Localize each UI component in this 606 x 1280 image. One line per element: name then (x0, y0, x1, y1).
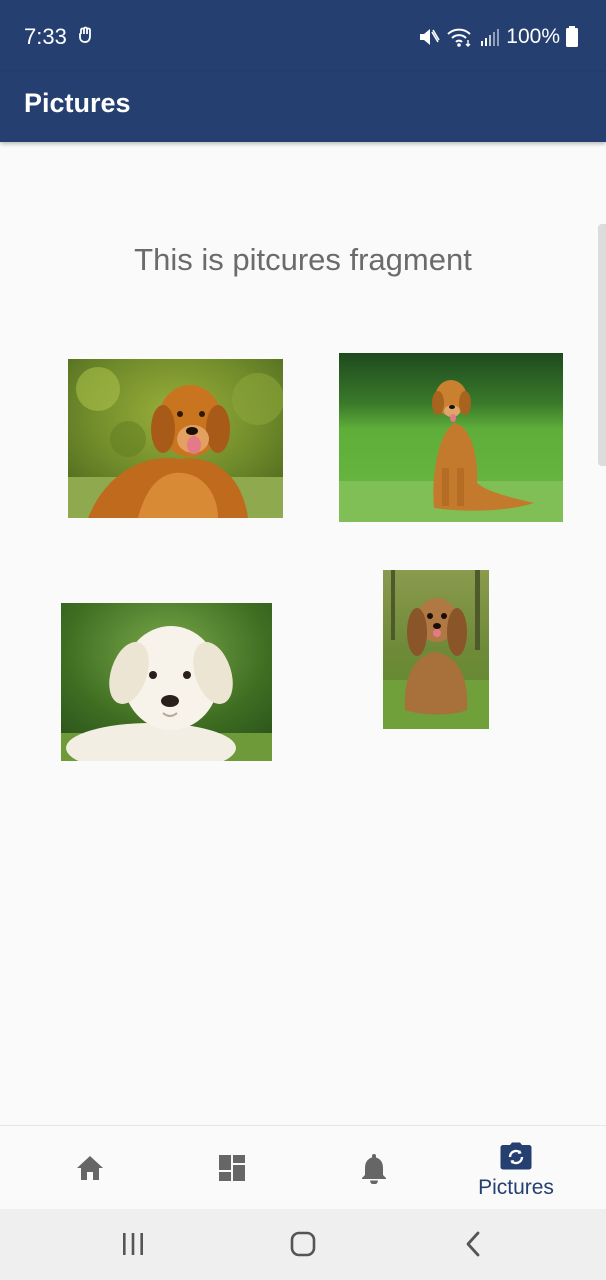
page-title: Pictures (24, 88, 131, 118)
camera-icon (500, 1142, 532, 1170)
scroll-indicator (598, 224, 606, 466)
screenshot-icon (79, 26, 91, 43)
dog-photo-sitting-retriever (339, 353, 563, 522)
battery-percent: 100% (506, 25, 560, 48)
nav-dashboard[interactable] (172, 1126, 292, 1210)
signal-icon (481, 29, 500, 46)
nav-notifications[interactable] (314, 1126, 434, 1210)
app-bar: Pictures (0, 72, 606, 142)
status-icons: 100% (418, 22, 578, 52)
nav-home[interactable] (30, 1126, 150, 1210)
bell-icon (362, 1154, 386, 1184)
bottom-navigation: Pictures (0, 1125, 606, 1210)
dog-photo-spaniel (383, 570, 489, 729)
battery-icon (566, 26, 578, 47)
dashboard-icon (219, 1155, 245, 1181)
recent-apps-icon[interactable] (121, 1229, 145, 1259)
nav-pictures-label: Pictures (478, 1176, 554, 1199)
home-icon (77, 1156, 103, 1180)
fragment-text: This is pitcures fragment (134, 242, 472, 277)
status-time: 7:33 (24, 24, 67, 49)
dog-photo-white-puppy (61, 603, 272, 761)
wifi-icon (447, 28, 471, 47)
back-icon[interactable] (462, 1229, 484, 1259)
home-button-icon[interactable] (289, 1229, 317, 1259)
dog-photo-golden-retriever (68, 359, 283, 518)
system-navigation-bar (0, 1209, 606, 1280)
nav-pictures[interactable]: Pictures (456, 1126, 576, 1210)
mute-icon (420, 29, 440, 45)
status-bar: 7:33 100% (0, 0, 606, 72)
